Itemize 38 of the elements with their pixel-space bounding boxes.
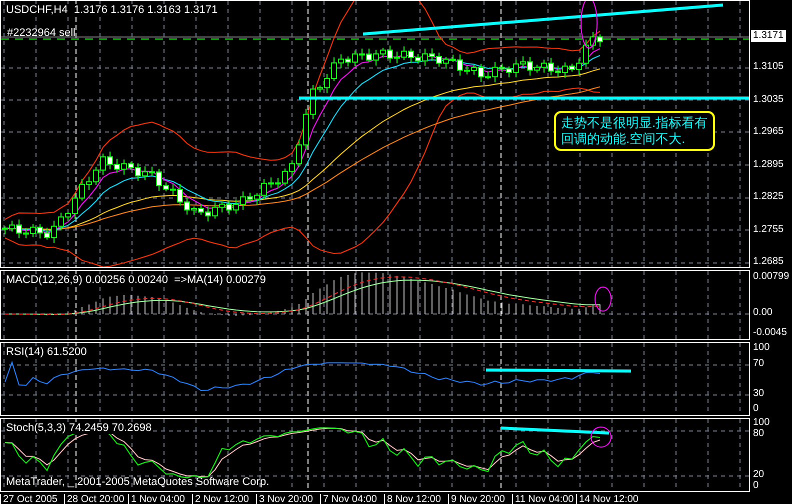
axis-tick: 0 [753,404,759,414]
time-label: 11 Nov 04:00 [512,494,576,504]
time-label: 7 Nov 04:00 [320,494,384,504]
axis-tick: -0.0045 [753,328,787,338]
current-price-label: 1.3171 [751,30,786,42]
price-tick: 1.3035 [753,94,785,106]
order-label: #2232964 sell [7,27,76,39]
axis-tick: 20 [753,470,764,480]
axis-tick: 100 [753,343,770,353]
time-label: 14 Nov 12:00 [576,494,640,504]
price-tick: 1.2685 [753,256,785,268]
time-label: 1 Nov 04:00 [128,494,192,504]
annotation-note: 走势不是很明显.指标看有 回调的动能.空间不大. [554,111,715,151]
time-label: 27 Oct 2005 [0,494,64,504]
indicator-title: Stoch(5,3,3) 74.2459 70.2698 [6,422,152,434]
time-label: 8 Nov 12:00 [384,494,448,504]
axis-tick: 80 [753,429,764,439]
price-tick: 1.2755 [753,224,785,236]
chart-title: USDCHF,H4 1.3176 1.3176 1.3163 1.3171 [6,4,218,16]
axis-tick: 0.00799 [753,272,790,282]
highlight-circle [590,426,612,448]
time-label: 9 Nov 20:00 [448,494,512,504]
indicator-title: MACD(12,26,9) 0.00256 0.00240 =>MA(14) 0.00279 [6,274,266,286]
axis-tick: 30 [753,389,764,399]
highlight-ellipse [594,286,612,312]
time-label: 3 Nov 20:00 [256,494,320,504]
axis-tick: 0 [753,481,759,491]
price-tick: 1.2895 [753,158,785,170]
indicator-title: RSI(14) 61.5200 [6,346,87,358]
axis-tick: 0.00 [753,308,772,318]
copyright-text: MetaTrader, _ 2001-2005 MetaQuotes Software Corp. [6,476,270,488]
price-tick: 1.2965 [753,126,785,138]
time-label: 28 Oct 20:00 [64,494,128,504]
time-label: 2 Nov 12:00 [192,494,256,504]
axis-tick: 70 [753,359,764,369]
price-tick: 1.2825 [753,191,785,203]
price-tick: 1.3105 [753,61,785,73]
axis-tick: 100 [753,418,770,428]
